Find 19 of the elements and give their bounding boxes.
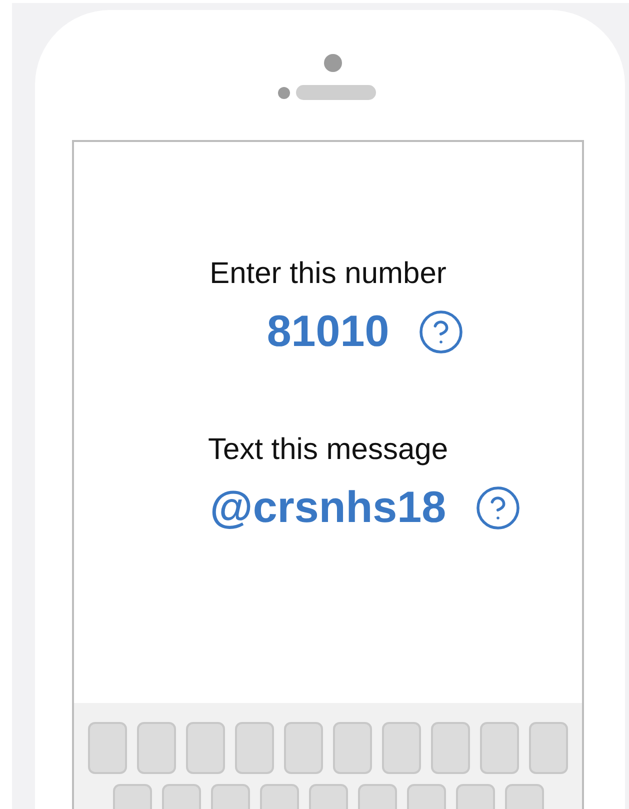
instruction-label: Enter this number [210,256,446,292]
keyboard-key[interactable] [235,722,274,774]
keyboard-key[interactable] [382,722,421,774]
keyboard-key[interactable] [284,722,323,774]
keyboard-key[interactable] [529,722,568,774]
keyboard-key[interactable] [431,722,470,774]
instruction-value: @crsnhs18 [210,482,446,534]
camera-icon [324,54,342,72]
help-icon[interactable] [474,484,522,532]
keyboard-key[interactable] [333,722,372,774]
keyboard-key[interactable] [186,722,225,774]
help-icon[interactable] [417,308,466,356]
keyboard-key[interactable] [480,722,519,774]
keyboard-key[interactable] [137,722,176,774]
instruction-label: Text this message [208,432,448,468]
instruction-value: 81010 [266,306,390,358]
speaker-icon [296,85,376,100]
sensor-icon [278,86,290,98]
keyboard-key[interactable] [88,722,127,774]
